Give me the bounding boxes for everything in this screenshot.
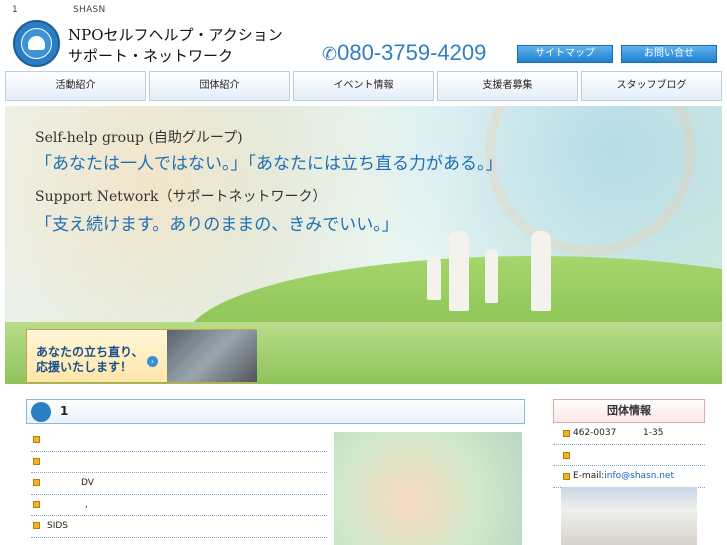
email-link[interactable]: info@shasn.net	[604, 471, 674, 481]
postal-row: 462-0037 1-35	[553, 423, 705, 445]
page-number: 1	[12, 5, 18, 15]
hero-line2: 「あなたは一人ではない。」「あなたには立ち直る力がある。」	[35, 154, 503, 174]
email-row: E-mail:info@shasn.net	[553, 466, 705, 488]
bullet-icon	[33, 457, 40, 465]
page: 1 SHASN NPOセルフヘルプ・アクション サポート・ネットワーク ✆080…	[0, 0, 727, 545]
list-item[interactable]	[31, 430, 327, 452]
bullet-icon	[33, 436, 40, 443]
bullet-icon	[563, 430, 570, 437]
site-code: SHASN	[73, 5, 106, 15]
phone-text: 080-3759-4209	[337, 40, 487, 65]
news-list: DV , SIDS	[31, 430, 327, 538]
address: 1-35	[643, 428, 664, 438]
parent-figure	[531, 231, 551, 311]
org-name-line1: NPOセルフヘルプ・アクション	[68, 26, 283, 44]
section-title: 1	[60, 404, 69, 418]
list-item[interactable]: ,	[31, 495, 327, 516]
nav-item-events[interactable]: イベント情報	[293, 71, 434, 101]
hero-line3: Support Network（サポートネットワーク）	[35, 189, 327, 205]
group-photo	[167, 330, 257, 382]
hero-line4: 「支え続けます。ありのままの、きみでいい。」	[35, 215, 399, 235]
support-banner[interactable]: あなたの立ち直り、 応援いたします！ ›	[26, 329, 257, 383]
bullet-icon	[563, 473, 570, 480]
phone-number: ✆080-3759-4209	[322, 40, 486, 66]
phone-icon: ✆	[322, 44, 338, 64]
bullet-icon	[33, 522, 40, 529]
postal-code: 462-0037	[573, 428, 617, 438]
nav-item-supporters[interactable]: 支援者募集	[437, 71, 578, 101]
email-label: E-mail:	[573, 471, 605, 481]
office-photo	[561, 487, 697, 545]
list-item-text: SIDS	[47, 521, 69, 531]
header: NPOセルフヘルプ・アクション サポート・ネットワーク ✆080-3759-42…	[0, 18, 727, 68]
list-item[interactable]	[31, 452, 327, 473]
bullet-icon	[563, 451, 570, 459]
list-item[interactable]: SIDS	[31, 516, 327, 538]
logo-icon[interactable]	[13, 20, 60, 67]
list-item-text: DV	[81, 478, 94, 488]
hero-line1: Self-help group (自助グループ)	[35, 130, 243, 146]
logo-icon	[31, 402, 51, 422]
top-line: 1 SHASN	[0, 0, 727, 18]
list-item[interactable]: DV	[31, 473, 327, 495]
hero-image: Self-help group (自助グループ) 「あなたは一人ではない。」「あ…	[5, 106, 722, 324]
nav-item-activities[interactable]: 活動紹介	[5, 71, 146, 101]
section-header: 1	[26, 399, 525, 424]
sitemap-button[interactable]: サイトマップ	[517, 45, 613, 63]
hands-image	[334, 432, 522, 545]
child-figure	[427, 256, 441, 300]
org-name-line2: サポート・ネットワーク	[68, 47, 234, 65]
main-nav: 活動紹介 団体紹介 イベント情報 支援者募集 スタッフブログ	[5, 71, 722, 101]
nav-item-staff-blog[interactable]: スタッフブログ	[581, 71, 722, 101]
parent-figure	[449, 231, 469, 311]
arrow-right-icon: ›	[147, 356, 158, 367]
bullet-icon	[33, 500, 40, 508]
info-row	[553, 445, 705, 466]
org-info-sidebar: 団体情報 462-0037 1-35 E-mail:info@shasn.net	[553, 399, 705, 545]
bullet-icon	[33, 479, 40, 486]
list-item-text: ,	[85, 499, 88, 510]
banner-line2: 応援いたします！	[36, 360, 133, 374]
nav-item-about[interactable]: 団体紹介	[149, 71, 290, 101]
sidebar-title: 団体情報	[553, 399, 705, 423]
contact-button[interactable]: お問い合せ	[621, 45, 717, 63]
child-figure	[485, 249, 498, 303]
